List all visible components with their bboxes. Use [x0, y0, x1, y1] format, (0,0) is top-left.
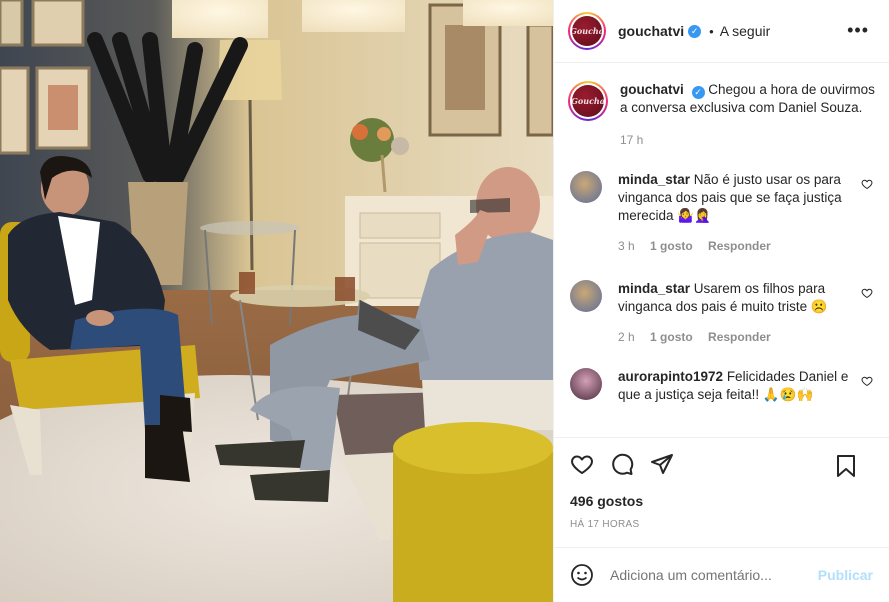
caption-username[interactable]: gouchatvi — [620, 82, 684, 97]
commenter-avatar[interactable] — [570, 280, 602, 312]
comment-username[interactable]: minda_star — [618, 281, 690, 296]
more-icon[interactable]: ••• — [847, 21, 869, 39]
post-timestamp[interactable]: HÁ 17 HORAS — [570, 519, 873, 530]
comment-item: minda_star Não é justo usar os para ving… — [568, 171, 875, 255]
share-icon[interactable] — [650, 452, 674, 476]
caption-avatar[interactable]: Goucha — [568, 81, 608, 121]
separator-dot: • — [709, 23, 714, 39]
avatar-logo: Goucha — [572, 16, 602, 46]
comment-item: aurorapinto1972 Felicidades Daniel e que… — [568, 368, 875, 404]
comment-like-icon[interactable] — [861, 287, 873, 299]
likes-count[interactable]: 496 gostos — [570, 493, 873, 509]
emoji-icon[interactable] — [570, 563, 594, 587]
header-username[interactable]: gouchatvi — [618, 23, 684, 39]
comment-username[interactable]: minda_star — [618, 172, 690, 187]
comment-time[interactable]: 3 h — [618, 239, 635, 253]
following-button[interactable]: A seguir — [720, 23, 771, 39]
caption-time[interactable]: 17 h — [620, 131, 875, 149]
commenter-avatar[interactable] — [570, 171, 602, 203]
comment-icon[interactable] — [610, 452, 634, 476]
verified-icon: ✓ — [691, 86, 705, 99]
comment-composer: Publicar — [554, 547, 889, 602]
comments-list[interactable]: Goucha gouchatvi ✓ Chegou a hora de ouvi… — [554, 63, 889, 437]
comment-like-icon[interactable] — [861, 375, 873, 387]
verified-icon: ✓ — [688, 24, 702, 38]
header-avatar[interactable]: Goucha — [568, 12, 606, 50]
avatar-logo: Goucha — [572, 85, 604, 117]
reply-button[interactable]: Responder — [708, 239, 771, 253]
post-caption: Goucha gouchatvi ✓ Chegou a hora de ouvi… — [568, 63, 875, 149]
commenter-avatar[interactable] — [570, 368, 602, 400]
post-actions: 496 gostos HÁ 17 HORAS — [554, 437, 889, 547]
comment-input[interactable] — [610, 567, 818, 583]
comment-likes[interactable]: 1 gosto — [650, 239, 693, 253]
post-side-panel: Goucha gouchatvi ✓ • A seguir ••• Goucha… — [553, 0, 889, 602]
save-icon[interactable] — [835, 454, 857, 478]
reply-button[interactable]: Responder — [708, 330, 771, 344]
publish-button[interactable]: Publicar — [818, 567, 873, 583]
comment-username[interactable]: aurorapinto1972 — [618, 369, 723, 384]
comment-like-icon[interactable] — [861, 178, 873, 190]
comment-time[interactable]: 2 h — [618, 330, 635, 344]
comment-likes[interactable]: 1 gosto — [650, 330, 693, 344]
comment-item: minda_star Usarem os filhos para vinganc… — [568, 280, 875, 346]
like-icon[interactable] — [570, 452, 594, 476]
post-header: Goucha gouchatvi ✓ • A seguir ••• — [554, 0, 889, 63]
post-photo[interactable] — [0, 0, 553, 602]
interview-scene-image — [0, 0, 553, 602]
